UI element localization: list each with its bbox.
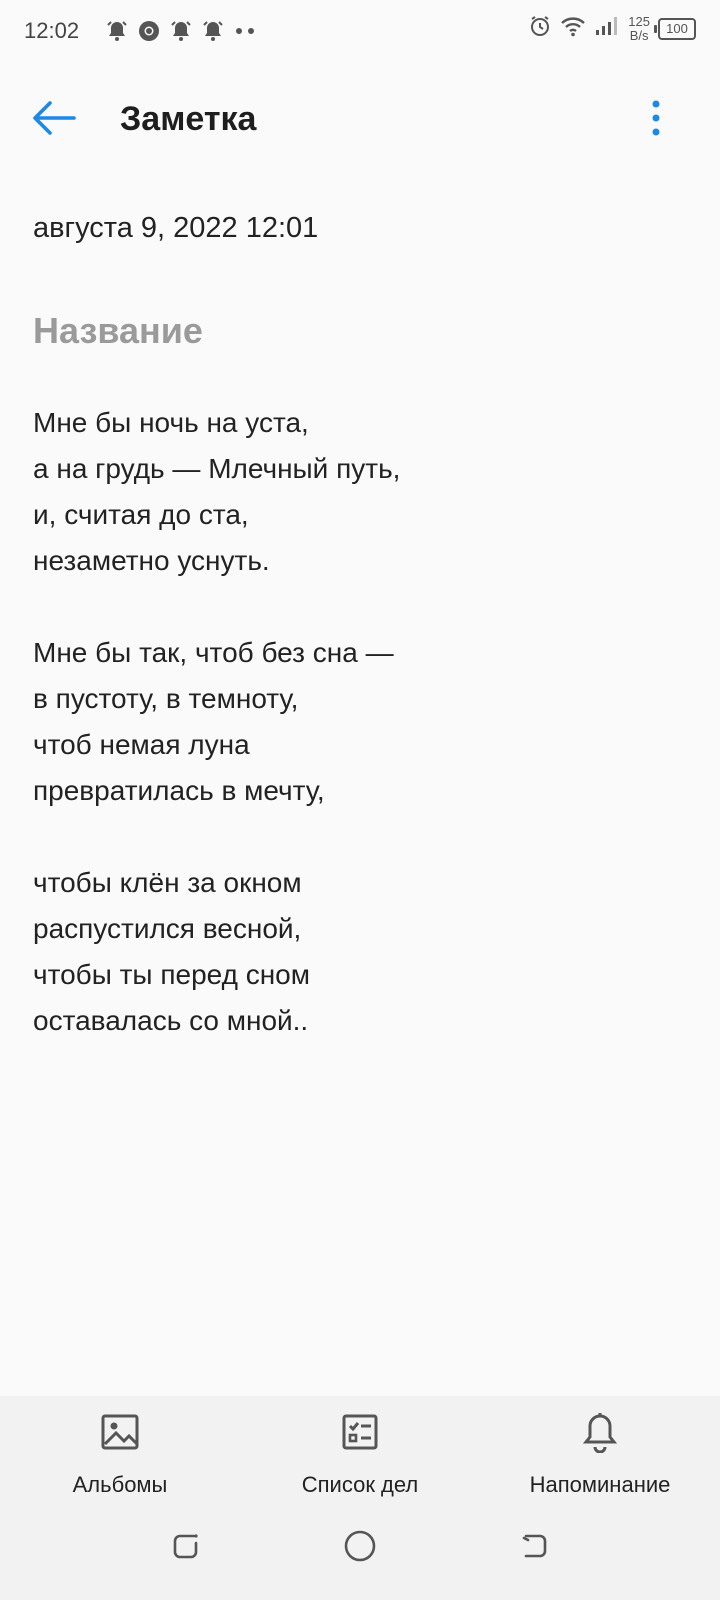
back-nav-icon (518, 1530, 550, 1567)
home-button[interactable] (338, 1526, 382, 1570)
bell-icon (578, 1410, 622, 1454)
status-time: 12:02 (24, 18, 80, 43)
todo-list-button[interactable]: Список дел (260, 1410, 460, 1520)
app-bar: Заметка (0, 80, 720, 160)
wifi-icon (560, 14, 586, 43)
more-options-button[interactable] (632, 94, 680, 146)
net-speed: 125 B/s (628, 13, 650, 43)
back-nav-button[interactable] (512, 1526, 556, 1570)
battery-level: 100 (666, 21, 688, 36)
arrow-left-icon (32, 100, 76, 141)
system-nav-bar (0, 1512, 720, 1592)
note-title-field[interactable]: Название (33, 310, 203, 352)
back-button[interactable] (26, 96, 82, 144)
todo-list-label: Список дел (301, 1472, 419, 1497)
net-speed-unit: B/s (629, 27, 649, 43)
alarm-bell-icon (200, 18, 226, 44)
system-status: 125 B/s 100 (528, 14, 696, 43)
recents-button[interactable] (164, 1526, 208, 1570)
albums-label: Альбомы (72, 1472, 168, 1497)
status-bar: 12:02 125 B/s 100 (0, 0, 720, 64)
reminder-button[interactable]: Напоминание (500, 1410, 700, 1520)
battery-icon: 100 (654, 17, 696, 40)
more-dots-icon (232, 18, 258, 44)
albums-button[interactable]: Альбомы (20, 1410, 220, 1520)
alarm-bell-icon (168, 18, 194, 44)
more-vert-icon (651, 98, 661, 143)
image-icon (98, 1410, 142, 1454)
page-title: Заметка (120, 100, 257, 138)
reminder-label: Напоминание (529, 1472, 671, 1497)
checklist-icon (338, 1410, 382, 1454)
alarm-clock-icon (528, 14, 552, 43)
recents-icon (170, 1530, 202, 1567)
signal-icon (594, 14, 620, 43)
notification-icons (104, 18, 258, 44)
chrome-icon (136, 18, 162, 44)
net-speed-value: 125 (628, 13, 650, 29)
note-date: августа 9, 2022 12:01 (33, 212, 319, 244)
home-icon (343, 1529, 377, 1568)
note-body-field[interactable]: Мне бы ночь на уста, а на грудь — Млечны… (33, 400, 683, 1044)
alarm-bell-icon (104, 18, 130, 44)
